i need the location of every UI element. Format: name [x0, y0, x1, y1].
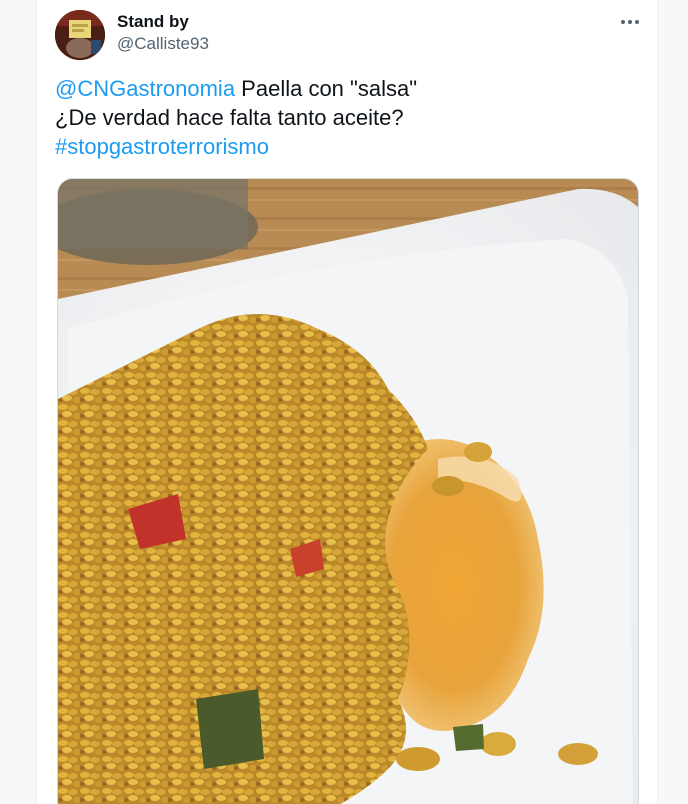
paella-plate-image: [58, 179, 638, 804]
author-name[interactable]: Stand by: [117, 12, 189, 32]
tweet-photo[interactable]: [57, 178, 639, 804]
page-background: Stand by @Calliste93 @CNGastronomia Pael…: [0, 0, 688, 804]
tweet-line-1: @CNGastronomia Paella con "salsa": [55, 74, 645, 103]
tweet-line-2: ¿De verdad hace falta tanto aceite?: [55, 105, 404, 130]
tweet-line-1-text: Paella con "salsa": [235, 76, 418, 101]
mention-link[interactable]: @CNGastronomia: [55, 76, 235, 101]
hashtag-link[interactable]: #stopgastroterrorismo: [55, 132, 645, 161]
tweet-text: @CNGastronomia Paella con "salsa" ¿De ve…: [55, 74, 645, 161]
avatar[interactable]: [55, 10, 105, 60]
more-options-button[interactable]: [617, 12, 643, 32]
tweet-card[interactable]: Stand by @Calliste93 @CNGastronomia Pael…: [36, 0, 658, 804]
more-horizontal-icon: [621, 20, 639, 24]
author-handle[interactable]: @Calliste93: [117, 34, 209, 54]
